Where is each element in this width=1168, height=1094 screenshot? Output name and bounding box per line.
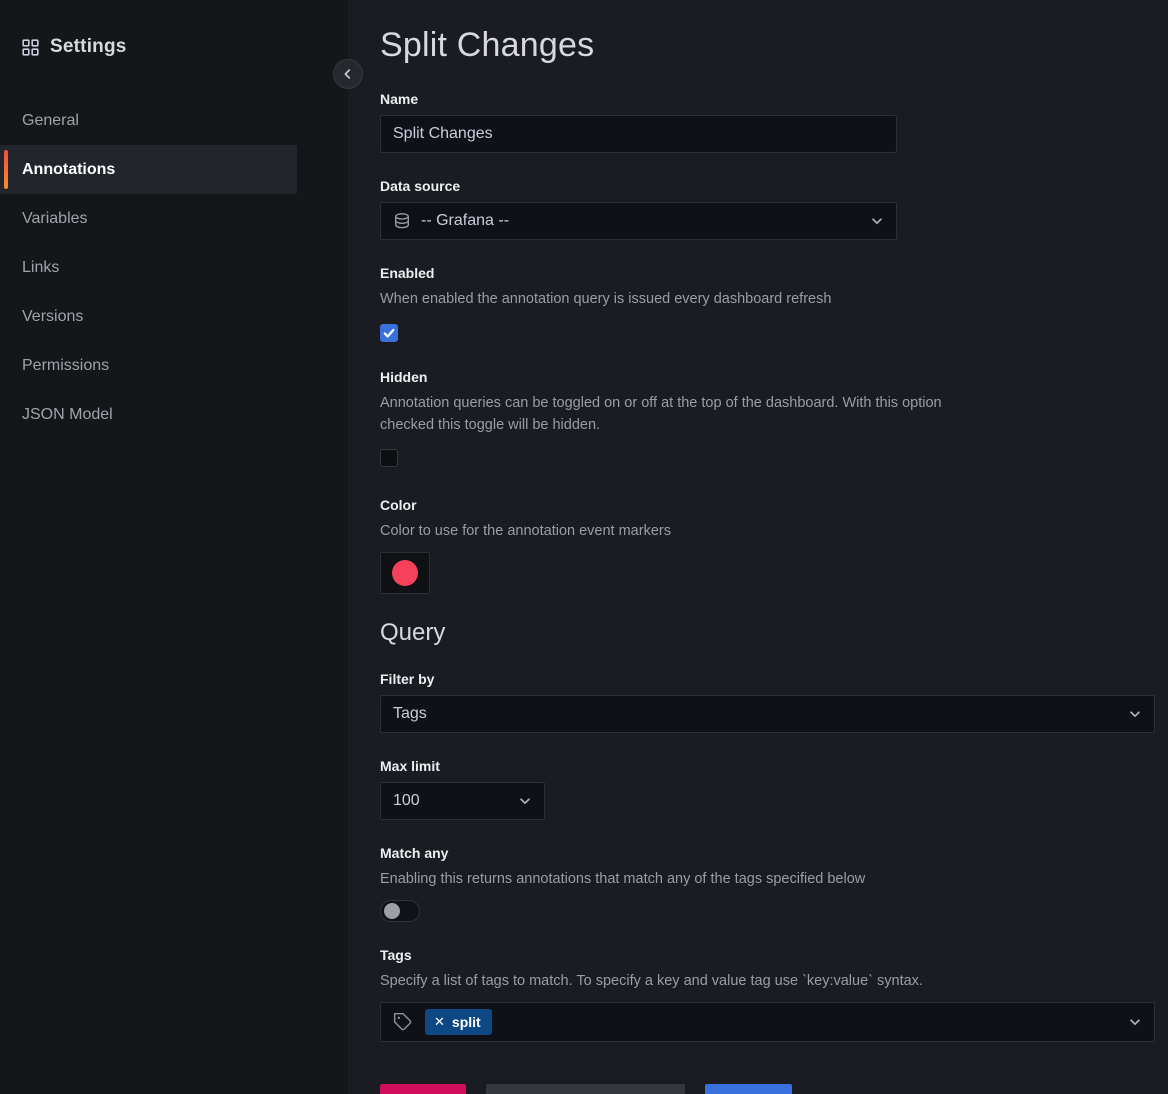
tags-input[interactable]: ✕ split xyxy=(380,1002,1155,1042)
hidden-label: Hidden xyxy=(380,369,1155,385)
sidebar-item-general[interactable]: General xyxy=(0,96,297,145)
annotation-settings-form: Split Changes Name Data source -- Grafan… xyxy=(348,0,1168,1094)
color-label: Color xyxy=(380,497,1155,513)
database-icon xyxy=(393,212,411,230)
tags-label: Tags xyxy=(380,947,1155,963)
chevron-down-icon xyxy=(1128,1015,1142,1029)
sidebar-item-label: Links xyxy=(22,259,59,277)
match-any-field-group: Match any Enabling this returns annotati… xyxy=(380,845,1155,922)
enabled-label: Enabled xyxy=(380,265,1155,281)
color-picker-button[interactable] xyxy=(380,552,430,594)
filter-by-select[interactable]: Tags xyxy=(380,695,1155,733)
filter-by-field-group: Filter by Tags xyxy=(380,671,1155,733)
apps-grid-icon xyxy=(22,39,39,56)
hidden-description: Annotation queries can be toggled on or … xyxy=(380,393,962,437)
sidebar-item-label: Variables xyxy=(22,210,88,228)
sidebar-item-variables[interactable]: Variables xyxy=(0,194,297,243)
remove-tag-icon[interactable]: ✕ xyxy=(434,1014,445,1030)
data-source-label: Data source xyxy=(380,178,1155,194)
filter-by-value: Tags xyxy=(393,705,427,723)
dashboard-settings-page: Settings General Annotations Variables L… xyxy=(0,0,1168,1094)
hidden-checkbox[interactable] xyxy=(380,449,398,467)
chevron-left-icon xyxy=(341,67,355,81)
sidebar-item-label: JSON Model xyxy=(22,406,113,424)
data-source-field-group: Data source -- Grafana -- xyxy=(380,178,1155,240)
sidebar-item-label: General xyxy=(22,112,79,130)
delete-button[interactable]: Delete xyxy=(380,1084,466,1094)
form-actions: Delete Preview in dashboard Apply xyxy=(380,1084,1155,1094)
chevron-down-icon xyxy=(870,214,884,228)
name-input[interactable] xyxy=(380,115,897,153)
sidebar-item-json-model[interactable]: JSON Model xyxy=(0,390,297,439)
color-field-group: Color Color to use for the annotation ev… xyxy=(380,497,1155,594)
hidden-field-group: Hidden Annotation queries can be toggled… xyxy=(380,369,1155,473)
settings-title: Settings xyxy=(50,36,127,58)
query-section-heading: Query xyxy=(380,619,1155,647)
tag-label: split xyxy=(452,1014,481,1030)
data-source-select[interactable]: -- Grafana -- xyxy=(380,202,897,240)
name-field-group: Name xyxy=(380,91,1155,153)
data-source-value: -- Grafana -- xyxy=(421,212,509,230)
sidebar-item-annotations[interactable]: Annotations xyxy=(0,145,297,194)
max-limit-field-group: Max limit 100 xyxy=(380,758,1155,820)
page-title: Split Changes xyxy=(380,26,1155,65)
filter-by-label: Filter by xyxy=(380,671,1155,687)
enabled-description: When enabled the annotation query is iss… xyxy=(380,289,1155,311)
tags-field-group: Tags Specify a list of tags to match. To… xyxy=(380,947,1155,1042)
chevron-down-icon xyxy=(518,794,532,808)
sidebar-item-links[interactable]: Links xyxy=(0,243,297,292)
toggle-knob xyxy=(384,903,400,919)
match-any-label: Match any xyxy=(380,845,1155,861)
match-any-description: Enabling this returns annotations that m… xyxy=(380,869,1155,891)
enabled-field-group: Enabled When enabled the annotation quer… xyxy=(380,265,1155,344)
match-any-toggle[interactable] xyxy=(380,900,420,922)
annotation-color-dot xyxy=(392,560,418,586)
settings-nav: General Annotations Variables Links Vers… xyxy=(0,96,348,439)
active-accent-bar xyxy=(4,150,8,189)
sidebar-item-label: Versions xyxy=(22,308,83,326)
max-limit-label: Max limit xyxy=(380,758,1155,774)
tag-icon xyxy=(393,1012,413,1032)
apply-button[interactable]: Apply xyxy=(705,1084,792,1094)
max-limit-value: 100 xyxy=(393,792,420,810)
tags-description: Specify a list of tags to match. To spec… xyxy=(380,971,1155,993)
settings-sidebar: Settings General Annotations Variables L… xyxy=(0,0,348,1094)
collapse-sidebar-button[interactable] xyxy=(333,59,363,89)
chevron-down-icon xyxy=(1128,707,1142,721)
enabled-checkbox[interactable] xyxy=(380,324,398,342)
sidebar-item-label: Annotations xyxy=(22,161,115,179)
sidebar-item-permissions[interactable]: Permissions xyxy=(0,341,297,390)
name-label: Name xyxy=(380,91,1155,107)
sidebar-item-label: Permissions xyxy=(22,357,109,375)
tag-pill-split[interactable]: ✕ split xyxy=(425,1009,492,1035)
sidebar-item-versions[interactable]: Versions xyxy=(0,292,297,341)
max-limit-select[interactable]: 100 xyxy=(380,782,545,820)
color-description: Color to use for the annotation event ma… xyxy=(380,521,1155,543)
preview-in-dashboard-button[interactable]: Preview in dashboard xyxy=(486,1084,685,1094)
settings-header: Settings xyxy=(0,36,348,58)
